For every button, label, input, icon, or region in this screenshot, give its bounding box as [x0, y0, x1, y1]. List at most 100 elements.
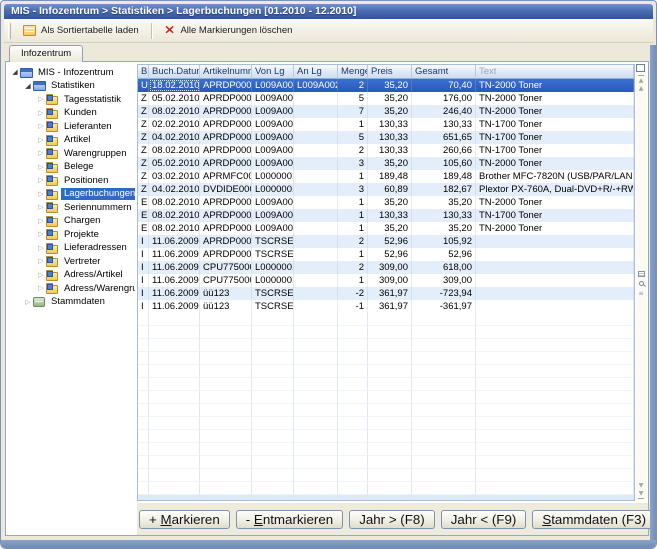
cell-text: TN-1700 Toner — [476, 144, 634, 157]
table-row[interactable]: I11.06.2009 /DoAPRDP00004TSCRSE02152,965… — [138, 248, 634, 261]
load-sort-table-button[interactable]: Als Sortiertabelle laden — [16, 21, 146, 41]
grid-scroll-down-group: ▼ ▼ — [638, 482, 644, 500]
markieren-button[interactable]: + Markieren — [139, 510, 230, 529]
table-row[interactable]: Z03.02.2010 /MiAPRMFC00001L00000011189,4… — [138, 170, 634, 183]
table-row[interactable]: U18.02.2010APRDP00001L009A001L009A002235… — [138, 79, 634, 92]
search-icon[interactable] — [639, 281, 644, 286]
filter-icon[interactable]: ≡ — [638, 290, 643, 298]
tree-item-adress-artikel[interactable]: ▷Adress/Artikel — [6, 269, 135, 283]
table-row[interactable]: I11.06.2009 /Doüü123TSCRSE03-2361,97-723… — [138, 287, 634, 300]
column-header-buch-datum[interactable]: Buch.Datum — [149, 65, 200, 79]
tree-item-lagerbuchungen[interactable]: ▷Lagerbuchungen — [6, 188, 135, 202]
tree-item-vertreter[interactable]: ▷Vertreter — [6, 255, 135, 269]
tree-item-lieferadressen[interactable]: ▷Lieferadressen — [6, 242, 135, 256]
cell-article: APRMFC00001 — [200, 170, 252, 183]
jahr-f9-button[interactable]: Jahr < (F9) — [441, 510, 527, 529]
cell-flag: Z — [138, 157, 149, 170]
table-row[interactable]: Z08.02.2010 /MoAPRDP00002L009A0012130,33… — [138, 144, 634, 157]
tree-item-mis-infozentrum[interactable]: ◢MIS - Infozentrum — [6, 66, 135, 80]
empty-row — [138, 339, 634, 352]
scroll-bottom-icon[interactable] — [638, 498, 644, 499]
table-row[interactable]: Z05.02.2010 /FrAPRDP00003L009A002335,201… — [138, 157, 634, 170]
expander-closed-icon[interactable]: ▷ — [36, 93, 46, 106]
expander-closed-icon[interactable]: ▷ — [36, 107, 46, 120]
tab-strip: Infozentrum — [4, 44, 648, 61]
column-options-icon[interactable] — [637, 65, 645, 72]
expander-closed-icon[interactable]: ▷ — [36, 120, 46, 133]
scroll-down-icon[interactable]: ▼ — [639, 482, 644, 490]
cell-article: APRDP00003 — [200, 222, 252, 235]
expander-open-icon[interactable]: ◢ — [10, 66, 20, 79]
expander-closed-icon[interactable]: ▷ — [36, 201, 46, 214]
tree-item-chargen[interactable]: ▷Chargen — [6, 215, 135, 229]
tree-item-warengruppen[interactable]: ▷Warengruppen — [6, 147, 135, 161]
table-row[interactable]: I11.06.2009 /Doüü123TSCRSE03-1361,97-361… — [138, 300, 634, 313]
column-header-b[interactable]: B — [138, 65, 149, 79]
scroll-top-icon[interactable] — [638, 75, 644, 76]
tree-item-tagesstatistik[interactable]: ▷Tagesstatistik — [6, 93, 135, 107]
empty-cell — [138, 313, 149, 326]
column-header-an-lg[interactable]: An Lg — [294, 65, 338, 79]
table-row[interactable]: Z05.02.2010 /FrAPRDP00001L009A002535,201… — [138, 92, 634, 105]
expander-closed-icon[interactable]: ▷ — [36, 174, 46, 187]
cell-flag: E — [138, 196, 149, 209]
tree-item-projekte[interactable]: ▷Projekte — [6, 228, 135, 242]
expander-closed-icon[interactable]: ▷ — [36, 147, 46, 160]
expander-closed-icon[interactable]: ▷ — [36, 215, 46, 228]
cell-article: APRDP00002 — [200, 118, 252, 131]
clear-marks-button[interactable]: × Alle Markierungen löschen — [157, 21, 300, 41]
tree-item-lieferanten[interactable]: ▷Lieferanten — [6, 120, 135, 134]
expander-closed-icon[interactable]: ▷ — [36, 134, 46, 147]
table-row[interactable]: E08.02.2010 /MoAPRDP00002L009A0011130,33… — [138, 209, 634, 222]
tree-item-kunden[interactable]: ▷Kunden — [6, 107, 135, 121]
column-header-artikelnummer[interactable]: Artikelnummer — [200, 65, 252, 79]
tree-item-stammdaten[interactable]: ▷Stammdaten — [6, 296, 135, 310]
table-row[interactable]: Z02.02.2010 /DiAPRDP00002L009A0011130,33… — [138, 118, 634, 131]
expander-closed-icon[interactable]: ▷ — [36, 161, 46, 174]
empty-cell — [252, 365, 294, 378]
empty-cell — [412, 352, 476, 365]
tab-infozentrum[interactable]: Infozentrum — [9, 45, 83, 62]
tree-item-adress-warengruppen[interactable]: ▷Adress/Warengruppen — [6, 282, 135, 296]
table-row[interactable]: I11.06.2009 /DoCPU77500007L00000012309,0… — [138, 261, 634, 274]
tree-item-seriennummern[interactable]: ▷Seriennummern — [6, 201, 135, 215]
scroll-bottom-arrow-icon[interactable]: ▼ — [639, 490, 644, 498]
table-row[interactable]: I11.06.2009 /DoAPRDP00004TSCRSE02252,961… — [138, 235, 634, 248]
table-row[interactable]: Z04.02.2010 /DoAPRDP00002L009A0015130,33… — [138, 131, 634, 144]
column-header-menge[interactable]: Menge — [338, 65, 368, 79]
scroll-top-arrow-icon[interactable]: ▲ — [639, 77, 644, 85]
column-header-preis[interactable]: Preis — [368, 65, 412, 79]
entmarkieren-button[interactable]: - Entmarkieren — [236, 510, 343, 529]
empty-cell — [294, 469, 338, 482]
tree-item-belege[interactable]: ▷Belege — [6, 161, 135, 175]
expander-closed-icon[interactable]: ▷ — [36, 188, 46, 201]
jahr-f8-button[interactable]: Jahr > (F8) — [349, 510, 435, 529]
expander-open-icon[interactable]: ◢ — [23, 80, 33, 93]
expander-closed-icon[interactable]: ▷ — [36, 242, 46, 255]
tree-item-artikel[interactable]: ▷Artikel — [6, 134, 135, 148]
toolbar-grip[interactable] — [8, 23, 11, 39]
table-row[interactable]: E08.02.2010 /MoAPRDP00001L009A002135,203… — [138, 196, 634, 209]
expander-closed-icon[interactable]: ▷ — [36, 228, 46, 241]
table-row[interactable]: Z08.02.2010 /MoAPRDP00001L009A002735,202… — [138, 105, 634, 118]
column-header-gesamt[interactable]: Gesamt — [412, 65, 476, 79]
table-row[interactable]: Z04.02.2010 /DoDVDIDE00016L0000001360,89… — [138, 183, 634, 196]
cell-text: TN-2000 Toner — [476, 196, 634, 209]
expander-closed-icon[interactable]: ▷ — [36, 282, 46, 295]
table-row[interactable]: I11.06.2009 /DoCPU77500007L00000011309,0… — [138, 274, 634, 287]
column-header-von-lg[interactable]: Von Lg — [252, 65, 294, 79]
cell-date: 08.02.2010 /Mo — [149, 196, 200, 209]
empty-cell — [138, 365, 149, 378]
expander-closed-icon[interactable]: ▷ — [36, 269, 46, 282]
stammdaten-f3-button[interactable]: Stammdaten (F3) — [532, 510, 656, 529]
row-view-icon[interactable] — [638, 271, 645, 277]
scroll-up-icon[interactable]: ▲ — [639, 85, 644, 93]
table-row[interactable]: E08.02.2010 /MoAPRDP00003L009A002135,203… — [138, 222, 634, 235]
column-header-text[interactable]: Text — [476, 65, 634, 79]
sort-table-icon — [23, 25, 36, 36]
tree-item-statistiken[interactable]: ◢Statistiken — [6, 80, 135, 94]
expander-closed-icon[interactable]: ▷ — [36, 255, 46, 268]
tree-item-positionen[interactable]: ▷Positionen — [6, 174, 135, 188]
expander-closed-icon[interactable]: ▷ — [23, 296, 33, 309]
cell-from_lg: TSCRSE03 — [252, 287, 294, 300]
